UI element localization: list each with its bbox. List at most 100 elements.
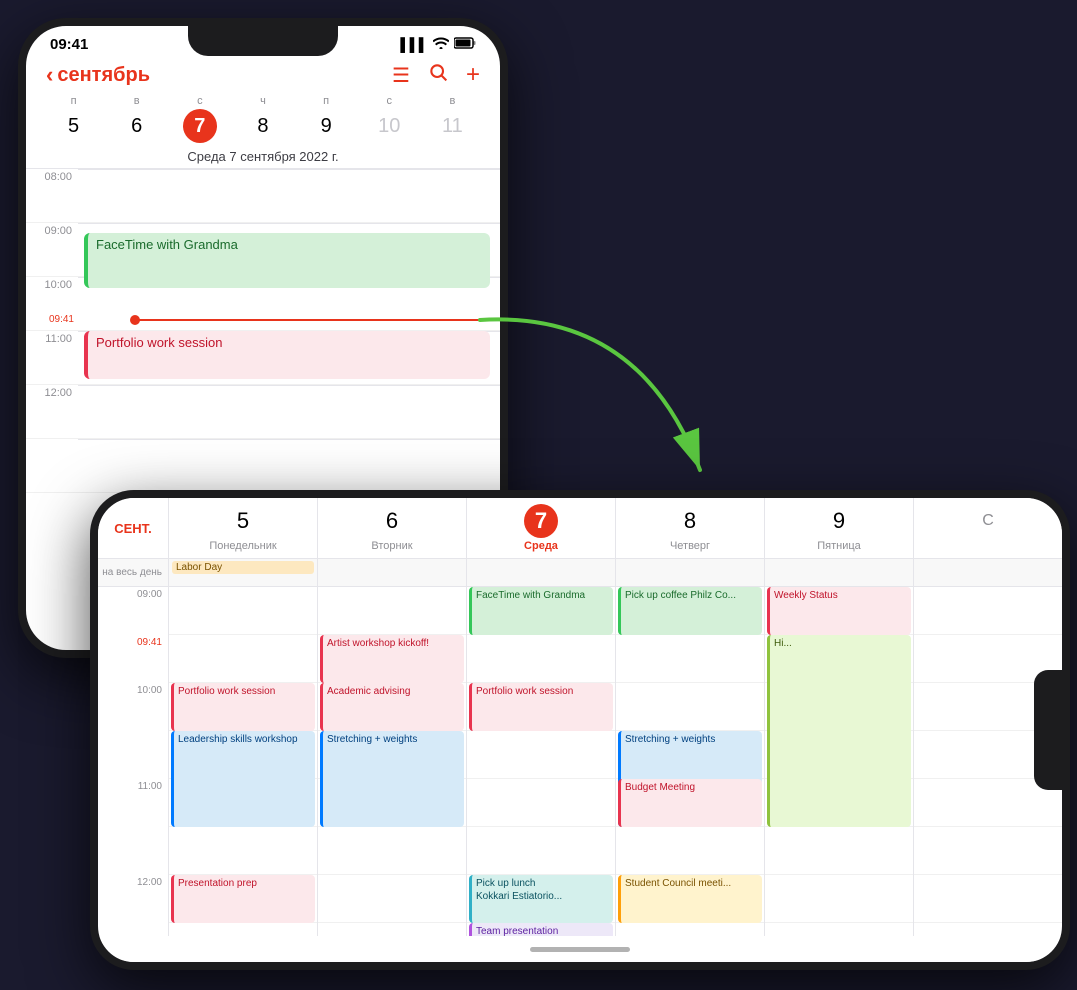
header-icons: ☰ + [392, 61, 480, 89]
event-label: Student Council meeti... [625, 878, 731, 889]
day-num-3[interactable]: 8 [246, 109, 280, 143]
event-pickup-lunch[interactable]: Pick up lunchKokkari Estiatorio... [469, 875, 613, 923]
time-9-label: 09:00 [26, 223, 78, 237]
date-subtitle: Среда 7 сентября 2022 г. [26, 143, 500, 169]
ts-941: 09:41 [98, 635, 168, 683]
day-label-wed: Среда [524, 540, 558, 552]
event-academic-advising[interactable]: Academic advising [320, 683, 464, 731]
event-label: Portfolio work session [178, 686, 275, 697]
time-13-label [26, 439, 78, 441]
landscape-calendar: СЕНТ. 5 Понедельник 6 Вторник 7 Среда 8 … [98, 498, 1062, 962]
allday-col-mon: Labor Day [168, 559, 317, 586]
day-num-sat: С [971, 504, 1005, 538]
event-label: Artist workshop kickoff! [327, 638, 429, 649]
ts-blank3 [98, 923, 168, 936]
event-facetime-land[interactable]: FaceTime with Grandma [469, 587, 613, 635]
phone-landscape: СЕНТ. 5 Понедельник 6 Вторник 7 Среда 8 … [90, 490, 1070, 970]
event-team-presentation[interactable]: Team presentation [469, 923, 613, 936]
calendar-header: ‹ сентябрь ☰ + [26, 57, 500, 95]
event-label: Weekly Status [774, 590, 838, 601]
hour-cell [765, 923, 913, 936]
event-hi[interactable]: Hi... [767, 635, 911, 827]
day-num-6[interactable]: 11 [435, 109, 469, 143]
time-column: 09:00 09:41 10:00 11:00 12:00 13:00 14:0… [98, 587, 168, 936]
hour-cell [616, 923, 764, 936]
day-num-5[interactable]: 10 [372, 109, 406, 143]
allday-row: на весь день Labor Day [98, 559, 1062, 587]
hour-cell [914, 875, 1062, 923]
time-12-label: 12:00 [26, 385, 78, 399]
signal-icon: ▌▌▌ [400, 37, 428, 52]
day-label-0: п [42, 95, 105, 107]
allday-col-thu [615, 559, 764, 586]
allday-label: на весь день [98, 559, 168, 586]
event-label: Academic advising [327, 686, 410, 697]
notch [188, 26, 338, 56]
event-budget-meeting[interactable]: Budget Meeting [618, 779, 762, 827]
event-label: Portfolio work session [96, 335, 222, 350]
event-label: Portfolio work session [476, 686, 573, 697]
search-icon[interactable] [428, 62, 448, 88]
hour-cell [467, 635, 615, 683]
day-label-3: ч [231, 95, 294, 107]
weekday-col-5: с 10 [358, 95, 421, 143]
day-col-wed[interactable]: 7 Среда [466, 498, 615, 558]
week-row: п 5 в 6 с 7 ч 8 п 9 с 10 в 11 [26, 95, 500, 143]
day-label-thu: Четверг [670, 540, 710, 552]
day-body-mon: Portfolio work session Leadership skills… [168, 587, 317, 936]
event-presentation-prep[interactable]: Presentation prep [171, 875, 315, 923]
event-pickup-coffee[interactable]: Pick up coffee Philz Co... [618, 587, 762, 635]
day-body-wed: FaceTime with Grandma Portfolio work ses… [466, 587, 615, 936]
day-label-2: с [168, 95, 231, 107]
hour-cell [467, 827, 615, 875]
event-label: Presentation prep [178, 878, 257, 889]
day-num-tue: 6 [375, 504, 409, 538]
day-label-fri: Пятница [817, 540, 861, 552]
calendar-body: 09:00 09:41 10:00 11:00 12:00 13:00 14:0… [98, 587, 1062, 936]
wifi-icon [433, 37, 449, 52]
day-body-thu: Pick up coffee Philz Co... Stretching + … [615, 587, 764, 936]
event-facetime-grandma[interactable]: FaceTime with Grandma [84, 233, 490, 288]
day-num-1[interactable]: 6 [120, 109, 154, 143]
month-back[interactable]: ‹ сентябрь [46, 62, 150, 88]
day-col-sat[interactable]: С [913, 498, 1062, 558]
list-icon[interactable]: ☰ [392, 63, 410, 88]
event-portfolio-wed[interactable]: Portfolio work session [469, 683, 613, 731]
hour-cell [169, 635, 317, 683]
weekday-col-4: п 9 [295, 95, 358, 143]
day-num-0[interactable]: 5 [57, 109, 91, 143]
home-bar [98, 936, 1062, 962]
day-num-2-today[interactable]: 7 [183, 109, 217, 143]
weekday-col-1: в 6 [105, 95, 168, 143]
weekday-col-3: ч 8 [231, 95, 294, 143]
weekday-col-2: с 7 [168, 95, 231, 143]
event-label: FaceTime with Grandma [96, 237, 238, 252]
event-portfolio-mon[interactable]: Portfolio work session [171, 683, 315, 731]
event-label: Budget Meeting [625, 782, 695, 793]
event-artist-workshop[interactable]: Artist workshop kickoff! [320, 635, 464, 683]
add-icon[interactable]: + [466, 61, 480, 89]
day-col-fri[interactable]: 9 Пятница [764, 498, 913, 558]
event-weekly-status[interactable]: Weekly Status [767, 587, 911, 635]
allday-col-tue [317, 559, 466, 586]
month-title: сентябрь [57, 64, 150, 87]
event-label: Stretching + weights [625, 734, 715, 745]
day-label-4: п [295, 95, 358, 107]
day-col-mon[interactable]: 5 Понедельник [168, 498, 317, 558]
day-label-mon: Понедельник [209, 540, 276, 552]
ts-9: 09:00 [98, 587, 168, 635]
event-stretching-tue[interactable]: Stretching + weights [320, 731, 464, 827]
event-leadership[interactable]: Leadership skills workshop [171, 731, 315, 827]
status-icons: ▌▌▌ [400, 37, 476, 52]
day-col-thu[interactable]: 8 Четверг [615, 498, 764, 558]
allday-col-wed [466, 559, 615, 586]
event-portfolio-work[interactable]: Portfolio work session [84, 331, 490, 379]
hour-cell [914, 923, 1062, 936]
hour-cell [765, 875, 913, 923]
labor-day-event[interactable]: Labor Day [172, 561, 314, 574]
event-label: Hi... [774, 638, 792, 649]
event-student-council[interactable]: Student Council meeti... [618, 875, 762, 923]
hour-cell [169, 827, 317, 875]
day-num-4[interactable]: 9 [309, 109, 343, 143]
day-col-tue[interactable]: 6 Вторник [317, 498, 466, 558]
